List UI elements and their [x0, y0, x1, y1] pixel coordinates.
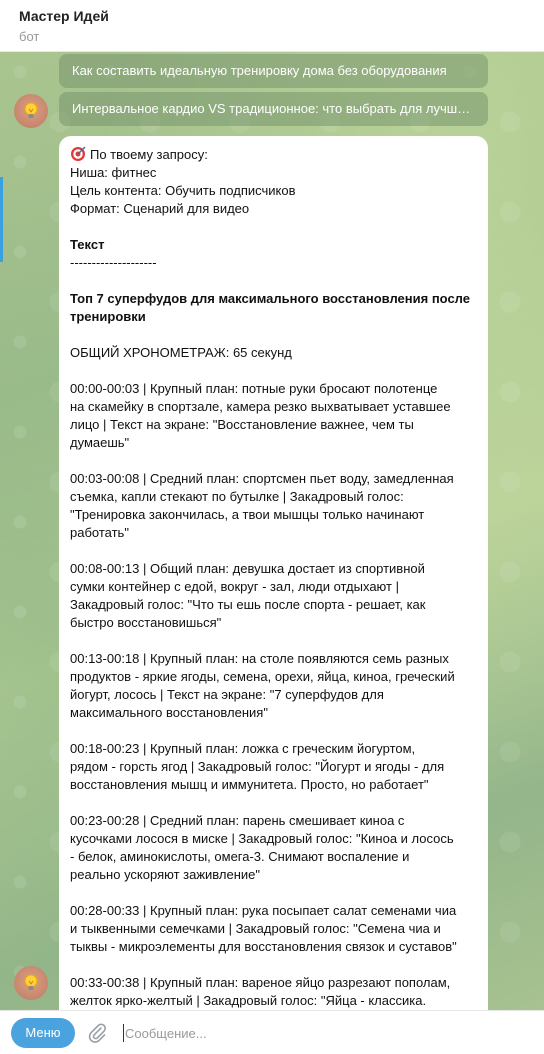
scene-block: 00:00-00:03 | Крупный план: потные руки … — [70, 380, 477, 452]
scroll-accent — [0, 177, 3, 262]
scene-line: лицо | Текст на экране: "Восстановление … — [70, 417, 414, 432]
scene-line: 00:28-00:33 | Крупный план: рука посыпае… — [70, 903, 457, 918]
keyboard-button-1[interactable]: Как составить идеальную тренировку дома … — [59, 54, 488, 88]
scene-block: 00:13-00:18 | Крупный план: на столе поя… — [70, 650, 477, 722]
menu-button[interactable]: Меню — [11, 1018, 75, 1048]
scene-line: желток ярко-желтый | Закадровый голос: "… — [70, 993, 427, 1008]
scene-line: 00:18-00:23 | Крупный план: ложка с греч… — [70, 741, 416, 756]
scene-block: 00:03-00:08 | Средний план: спортсмен пь… — [70, 470, 477, 542]
scene-line: думаешь" — [70, 435, 130, 450]
goal-line: Цель контента: Обучить подписчиков — [70, 183, 296, 198]
request-header: По твоему запросу: — [90, 147, 208, 162]
scene-line: сумки контейнер с едой, вокруг - зал, лю… — [70, 579, 399, 594]
scene-line: кусочками лосося в миске | Закадровый го… — [70, 831, 454, 846]
telegram-chat-window: Мастер Идей бот Как составить идеальную … — [0, 0, 544, 1054]
niche-line: Ниша: фитнес — [70, 165, 157, 180]
scene-line: на скамейку в спортзале, камера резко вы… — [70, 399, 451, 414]
lightbulb-icon — [24, 974, 38, 990]
scene-line: 00:00-00:03 | Крупный план: потные руки … — [70, 381, 438, 396]
message-input-bar: Меню — [0, 1010, 544, 1054]
scene-line: максимального восстановления" — [70, 705, 268, 720]
scene-line: 00:03-00:08 | Средний план: спортсмен пь… — [70, 471, 454, 486]
video-title-line-1: Топ 7 суперфудов для максимального восст… — [70, 291, 470, 306]
scene-line: тыквы - микроэлементы для восстановления… — [70, 939, 457, 954]
scene-line: быстро восстановишься" — [70, 615, 222, 630]
request-header-line: По твоему запросу: — [70, 146, 477, 164]
scene-line: Закадровый голос: "Что ты ешь после спор… — [70, 597, 426, 612]
scene-block: 00:08-00:13 | Общий план: девушка достае… — [70, 560, 477, 632]
scene-block: 00:33-00:38 | Крупный план: вареное яйцо… — [70, 974, 477, 1010]
scene-line: работать" — [70, 525, 129, 540]
text-cursor — [123, 1024, 124, 1042]
scene-line: 00:13-00:18 | Крупный план: на столе поя… — [70, 651, 449, 666]
scene-line: и тыквенными семечками | Закадровый голо… — [70, 921, 441, 936]
lightbulb-icon — [24, 102, 38, 118]
scene-list: 00:00-00:03 | Крупный план: потные руки … — [70, 380, 477, 1010]
message-bubble: По твоему запросу: Ниша: фитнес Цель кон… — [59, 136, 488, 1012]
scene-line: реально ускоряют заживление" — [70, 867, 260, 882]
scene-line: восстановления мышц и иммунитета. Просто… — [70, 777, 429, 792]
format-line: Формат: Сценарий для видео — [70, 201, 250, 216]
keyboard-button-2[interactable]: Интервальное кардио VS традиционное: что… — [59, 92, 488, 126]
scene-line: 00:23-00:28 | Средний план: парень смеши… — [70, 813, 405, 828]
bot-avatar-bottom[interactable] — [14, 966, 48, 1000]
total-timing: ОБЩИЙ ХРОНОМЕТРАЖ: 65 секунд — [70, 345, 292, 360]
paperclip-icon[interactable] — [86, 1022, 108, 1044]
message-input[interactable] — [125, 1020, 525, 1046]
scene-line: йогурт, лосось | Текст на экране: "7 суп… — [70, 687, 384, 702]
scene-line: - белок, аминокислоты, омега-3. Снимают … — [70, 849, 410, 864]
text-heading: Текст — [70, 237, 105, 252]
chat-area[interactable]: Как составить идеальную тренировку дома … — [0, 52, 544, 1012]
scene-block: 00:18-00:23 | Крупный план: ложка с греч… — [70, 740, 477, 794]
scene-block: 00:23-00:28 | Средний план: парень смеши… — [70, 812, 477, 884]
scene-block: 00:28-00:33 | Крупный план: рука посыпае… — [70, 902, 477, 956]
scene-line: 00:33-00:38 | Крупный план: вареное яйцо… — [70, 975, 451, 990]
scene-line: рядом - горсть ягод | Закадровый голос: … — [70, 759, 445, 774]
video-title-line-2: тренировки — [70, 309, 146, 324]
divider-line: -------------------- — [70, 255, 157, 270]
chat-subtitle: бот — [19, 29, 40, 44]
chat-header[interactable]: Мастер Идей бот — [0, 0, 544, 52]
bot-avatar[interactable] — [14, 94, 48, 128]
scene-line: продуктов - яркие ягоды, семена, орехи, … — [70, 669, 455, 684]
scene-line: 00:08-00:13 | Общий план: девушка достае… — [70, 561, 425, 576]
chat-title: Мастер Идей — [19, 8, 109, 24]
scene-line: съемка, капли стекают по бутылке | Закад… — [70, 489, 404, 504]
scene-line: "Тренировка закончилась, а твои мышцы то… — [70, 507, 425, 522]
